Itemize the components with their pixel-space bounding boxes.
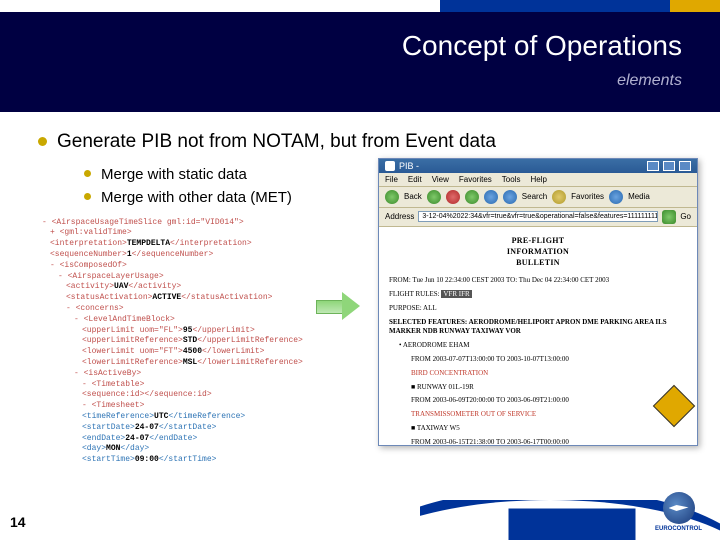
home-icon[interactable]: [484, 190, 498, 204]
media-icon[interactable]: [609, 190, 623, 204]
ie-icon: [385, 161, 395, 171]
logo-text: EUROCONTROL: [655, 526, 702, 532]
menu-edit[interactable]: Edit: [408, 175, 422, 184]
back-icon[interactable]: [385, 190, 399, 204]
xml-snippet: - <AirspaceUsageTimeSlice gml:id="VID014…: [38, 212, 298, 472]
sub-bullet-text: Merge with static data: [101, 165, 247, 185]
maximize-button[interactable]: [663, 161, 675, 171]
stop-icon[interactable]: [446, 190, 460, 204]
eurocontrol-logo: EUROCONTROL: [655, 492, 702, 532]
forward-icon[interactable]: [427, 190, 441, 204]
menu-view[interactable]: View: [432, 175, 449, 184]
doc-taxiway: ■ TAXIWAY W5: [411, 424, 687, 434]
address-bar: Address 3-12-04%2022:34&vfr=true&vfr=tru…: [379, 208, 697, 227]
browser-window: PIB - File Edit View Favorites Tools Hel…: [378, 158, 698, 446]
media-label: Media: [628, 192, 650, 201]
slide-title: Concept of Operations: [38, 30, 682, 62]
doc-purpose: PURPOSE: ALL: [389, 304, 687, 314]
menu-file[interactable]: File: [385, 175, 398, 184]
doc-bird: BIRD CONCENTRATION: [411, 369, 687, 379]
doc-flight-rules: FLIGHT RULES: VFR IFR: [389, 290, 687, 300]
logo-icon: [663, 492, 695, 524]
doc-features: SELECTED FEATURES: AERODROME/HELIPORT AP…: [389, 318, 687, 338]
window-title: PIB -: [399, 161, 419, 171]
search-label: Search: [522, 192, 547, 201]
refresh-icon[interactable]: [465, 190, 479, 204]
address-input[interactable]: 3-12-04%2022:34&vfr=true&vfr=true&operat…: [418, 211, 658, 222]
search-icon[interactable]: [503, 190, 517, 204]
doc-twy-from: FROM 2003-06-15T21:38:00 TO 2003-06-17T0…: [411, 438, 687, 445]
favorites-icon[interactable]: [552, 190, 566, 204]
page-number: 14: [10, 514, 26, 530]
doc-from: FROM: Tue Jun 10 22:34:00 CEST 2003 TO: …: [389, 276, 687, 286]
slide-subtitle: elements: [38, 72, 682, 90]
document-viewport: PRE-FLIGHT INFORMATION BULLETIN FROM: Tu…: [379, 227, 697, 445]
slide-header: Concept of Operations elements: [0, 12, 720, 112]
doc-aerodrome: • AERODROME EHAM: [399, 341, 687, 351]
address-label: Address: [385, 212, 414, 221]
menu-tools[interactable]: Tools: [502, 175, 521, 184]
favorites-label: Favorites: [571, 192, 604, 201]
arrow-icon: [316, 292, 360, 320]
doc-aero-from: FROM 2003-07-07T13:00:00 TO 2003-10-07T1…: [411, 355, 687, 365]
doc-rwy-from: FROM 2003-06-09T20:00:00 TO 2003-06-09T2…: [411, 396, 687, 406]
sub-bullet-text: Merge with other data (MET): [101, 188, 292, 208]
bullet-dot-icon: [84, 193, 91, 200]
close-button[interactable]: [679, 161, 691, 171]
minimize-button[interactable]: [647, 161, 659, 171]
menu-bar: File Edit View Favorites Tools Help: [379, 173, 697, 187]
go-button[interactable]: [662, 210, 676, 224]
back-label: Back: [404, 192, 422, 201]
bullet-dot-icon: [38, 137, 47, 146]
doc-trans: TRANSMISSOMETER OUT OF SERVICE: [411, 410, 687, 420]
main-bullet: Generate PIB not from NOTAM, but from Ev…: [38, 130, 682, 155]
go-label: Go: [680, 212, 691, 221]
toolbar: Back Search Favorites Media: [379, 187, 697, 208]
bullet-dot-icon: [84, 170, 91, 177]
menu-favorites[interactable]: Favorites: [459, 175, 492, 184]
doc-title: PRE-FLIGHT INFORMATION BULLETIN: [389, 235, 687, 269]
top-accent-bar: [0, 0, 720, 12]
doc-runway: ■ RUNWAY 01L-19R: [411, 383, 687, 393]
menu-help[interactable]: Help: [530, 175, 546, 184]
main-bullet-text: Generate PIB not from NOTAM, but from Ev…: [57, 130, 496, 155]
browser-titlebar: PIB -: [379, 159, 697, 173]
